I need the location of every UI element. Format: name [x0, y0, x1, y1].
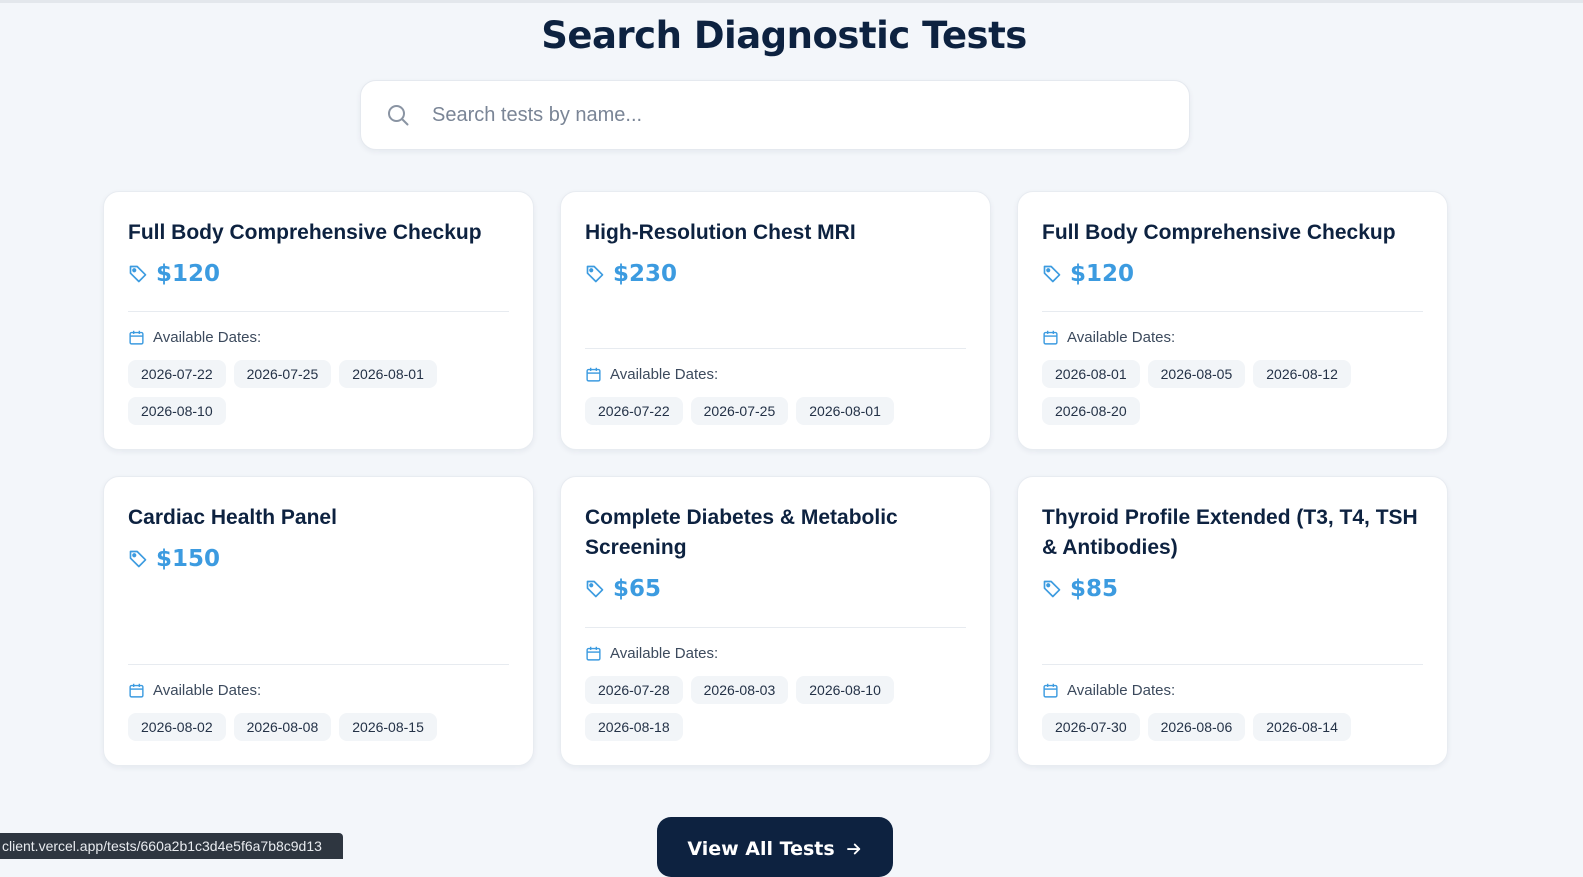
price-tag-icon	[128, 264, 148, 284]
price-row: $85	[1042, 575, 1423, 603]
price-row: $120	[128, 260, 509, 288]
date-chip[interactable]: 2026-07-25	[690, 397, 789, 425]
date-chip-list: 2026-08-01 2026-08-05 2026-08-12 2026-08…	[1042, 360, 1382, 425]
test-card[interactable]: Full Body Comprehensive Checkup $120 Ava…	[103, 191, 534, 450]
test-name: Thyroid Profile Extended (T3, T4, TSH & …	[1042, 506, 1418, 559]
date-chip[interactable]: 2026-07-22	[585, 397, 683, 425]
test-card[interactable]: Cardiac Health Panel $150 Available Date…	[103, 476, 534, 766]
date-chip[interactable]: 2026-08-05	[1147, 360, 1246, 388]
date-chip[interactable]: 2026-08-12	[1253, 360, 1351, 388]
view-all-tests-button[interactable]: View All Tests	[657, 817, 893, 877]
available-dates-label: Available Dates:	[1067, 681, 1176, 699]
test-price: $65	[613, 576, 662, 602]
calendar-icon	[1042, 329, 1059, 346]
test-card[interactable]: High-Resolution Chest MRI $230 Available…	[560, 191, 991, 450]
arrow-right-icon	[845, 840, 863, 858]
price-tag-icon	[1042, 264, 1062, 284]
date-chip[interactable]: 2026-07-28	[585, 676, 683, 704]
test-card-grid: Full Body Comprehensive Checkup $120 Ava…	[103, 191, 1448, 766]
divider	[585, 627, 966, 628]
date-chip[interactable]: 2026-08-15	[339, 713, 437, 741]
test-name: Full Body Comprehensive Checkup	[128, 221, 482, 244]
price-row: $120	[1042, 260, 1423, 288]
date-chip[interactable]: 2026-08-18	[585, 713, 683, 741]
divider	[585, 348, 966, 349]
date-chip-list: 2026-07-22 2026-07-25 2026-08-01 2026-08…	[128, 360, 468, 425]
date-chip[interactable]: 2026-08-01	[1042, 360, 1140, 388]
top-border	[0, 0, 1583, 3]
price-row: $65	[585, 575, 966, 603]
calendar-icon	[128, 329, 145, 346]
date-chip[interactable]: 2026-08-02	[128, 713, 226, 741]
available-dates-label: Available Dates:	[153, 328, 262, 346]
price-tag-icon	[1042, 579, 1062, 599]
test-price: $85	[1070, 576, 1119, 602]
price-tag-icon	[585, 579, 605, 599]
price-tag-icon	[128, 549, 148, 569]
test-name: Cardiac Health Panel	[128, 506, 337, 529]
date-chip[interactable]: 2026-08-14	[1253, 713, 1351, 741]
calendar-icon	[1042, 682, 1059, 699]
view-all-tests-label: View All Tests	[687, 838, 835, 860]
test-name: High-Resolution Chest MRI	[585, 221, 856, 244]
date-chip[interactable]: 2026-08-20	[1042, 397, 1140, 425]
date-chip[interactable]: 2026-08-01	[796, 397, 894, 425]
date-chip-list: 2026-08-02 2026-08-08 2026-08-15	[128, 713, 468, 741]
search-bar[interactable]	[360, 80, 1190, 150]
date-chip[interactable]: 2026-07-25	[233, 360, 332, 388]
divider	[1042, 311, 1423, 312]
date-chip[interactable]: 2026-08-08	[233, 713, 332, 741]
test-price: $150	[156, 546, 221, 572]
page-title: Search Diagnostic Tests	[541, 14, 1027, 57]
date-chip-list: 2026-07-22 2026-07-25 2026-08-01	[585, 397, 925, 425]
date-chip[interactable]: 2026-08-03	[690, 676, 789, 704]
test-card[interactable]: Thyroid Profile Extended (T3, T4, TSH & …	[1017, 476, 1448, 766]
calendar-icon	[128, 682, 145, 699]
divider	[128, 311, 509, 312]
price-row: $150	[128, 545, 509, 573]
divider	[1042, 664, 1423, 665]
calendar-icon	[585, 645, 602, 662]
divider	[128, 664, 509, 665]
test-name: Complete Diabetes & Metabolic Screening	[585, 506, 898, 559]
test-card[interactable]: Full Body Comprehensive Checkup $120 Ava…	[1017, 191, 1448, 450]
date-chip-list: 2026-07-30 2026-08-06 2026-08-14	[1042, 713, 1382, 741]
available-dates-label: Available Dates:	[610, 644, 719, 662]
available-dates-label: Available Dates:	[153, 681, 262, 699]
date-chip[interactable]: 2026-07-22	[128, 360, 226, 388]
test-price: $120	[1070, 261, 1135, 287]
search-input[interactable]	[430, 102, 1154, 128]
price-tag-icon	[585, 264, 605, 284]
calendar-icon	[585, 366, 602, 383]
date-chip[interactable]: 2026-07-30	[1042, 713, 1140, 741]
date-chip-list: 2026-07-28 2026-08-03 2026-08-10 2026-08…	[585, 676, 925, 741]
search-icon	[386, 103, 410, 127]
status-bar-url: client.vercel.app/tests/660a2b1c3d4e5f6a…	[0, 833, 343, 859]
test-price: $230	[613, 261, 678, 287]
date-chip[interactable]: 2026-08-06	[1147, 713, 1246, 741]
test-card[interactable]: Complete Diabetes & Metabolic Screening …	[560, 476, 991, 766]
test-price: $120	[156, 261, 221, 287]
date-chip[interactable]: 2026-08-10	[128, 397, 226, 425]
date-chip[interactable]: 2026-08-10	[796, 676, 894, 704]
available-dates-label: Available Dates:	[610, 365, 719, 383]
date-chip[interactable]: 2026-08-01	[339, 360, 437, 388]
available-dates-label: Available Dates:	[1067, 328, 1176, 346]
test-name: Full Body Comprehensive Checkup	[1042, 221, 1396, 244]
price-row: $230	[585, 260, 966, 288]
